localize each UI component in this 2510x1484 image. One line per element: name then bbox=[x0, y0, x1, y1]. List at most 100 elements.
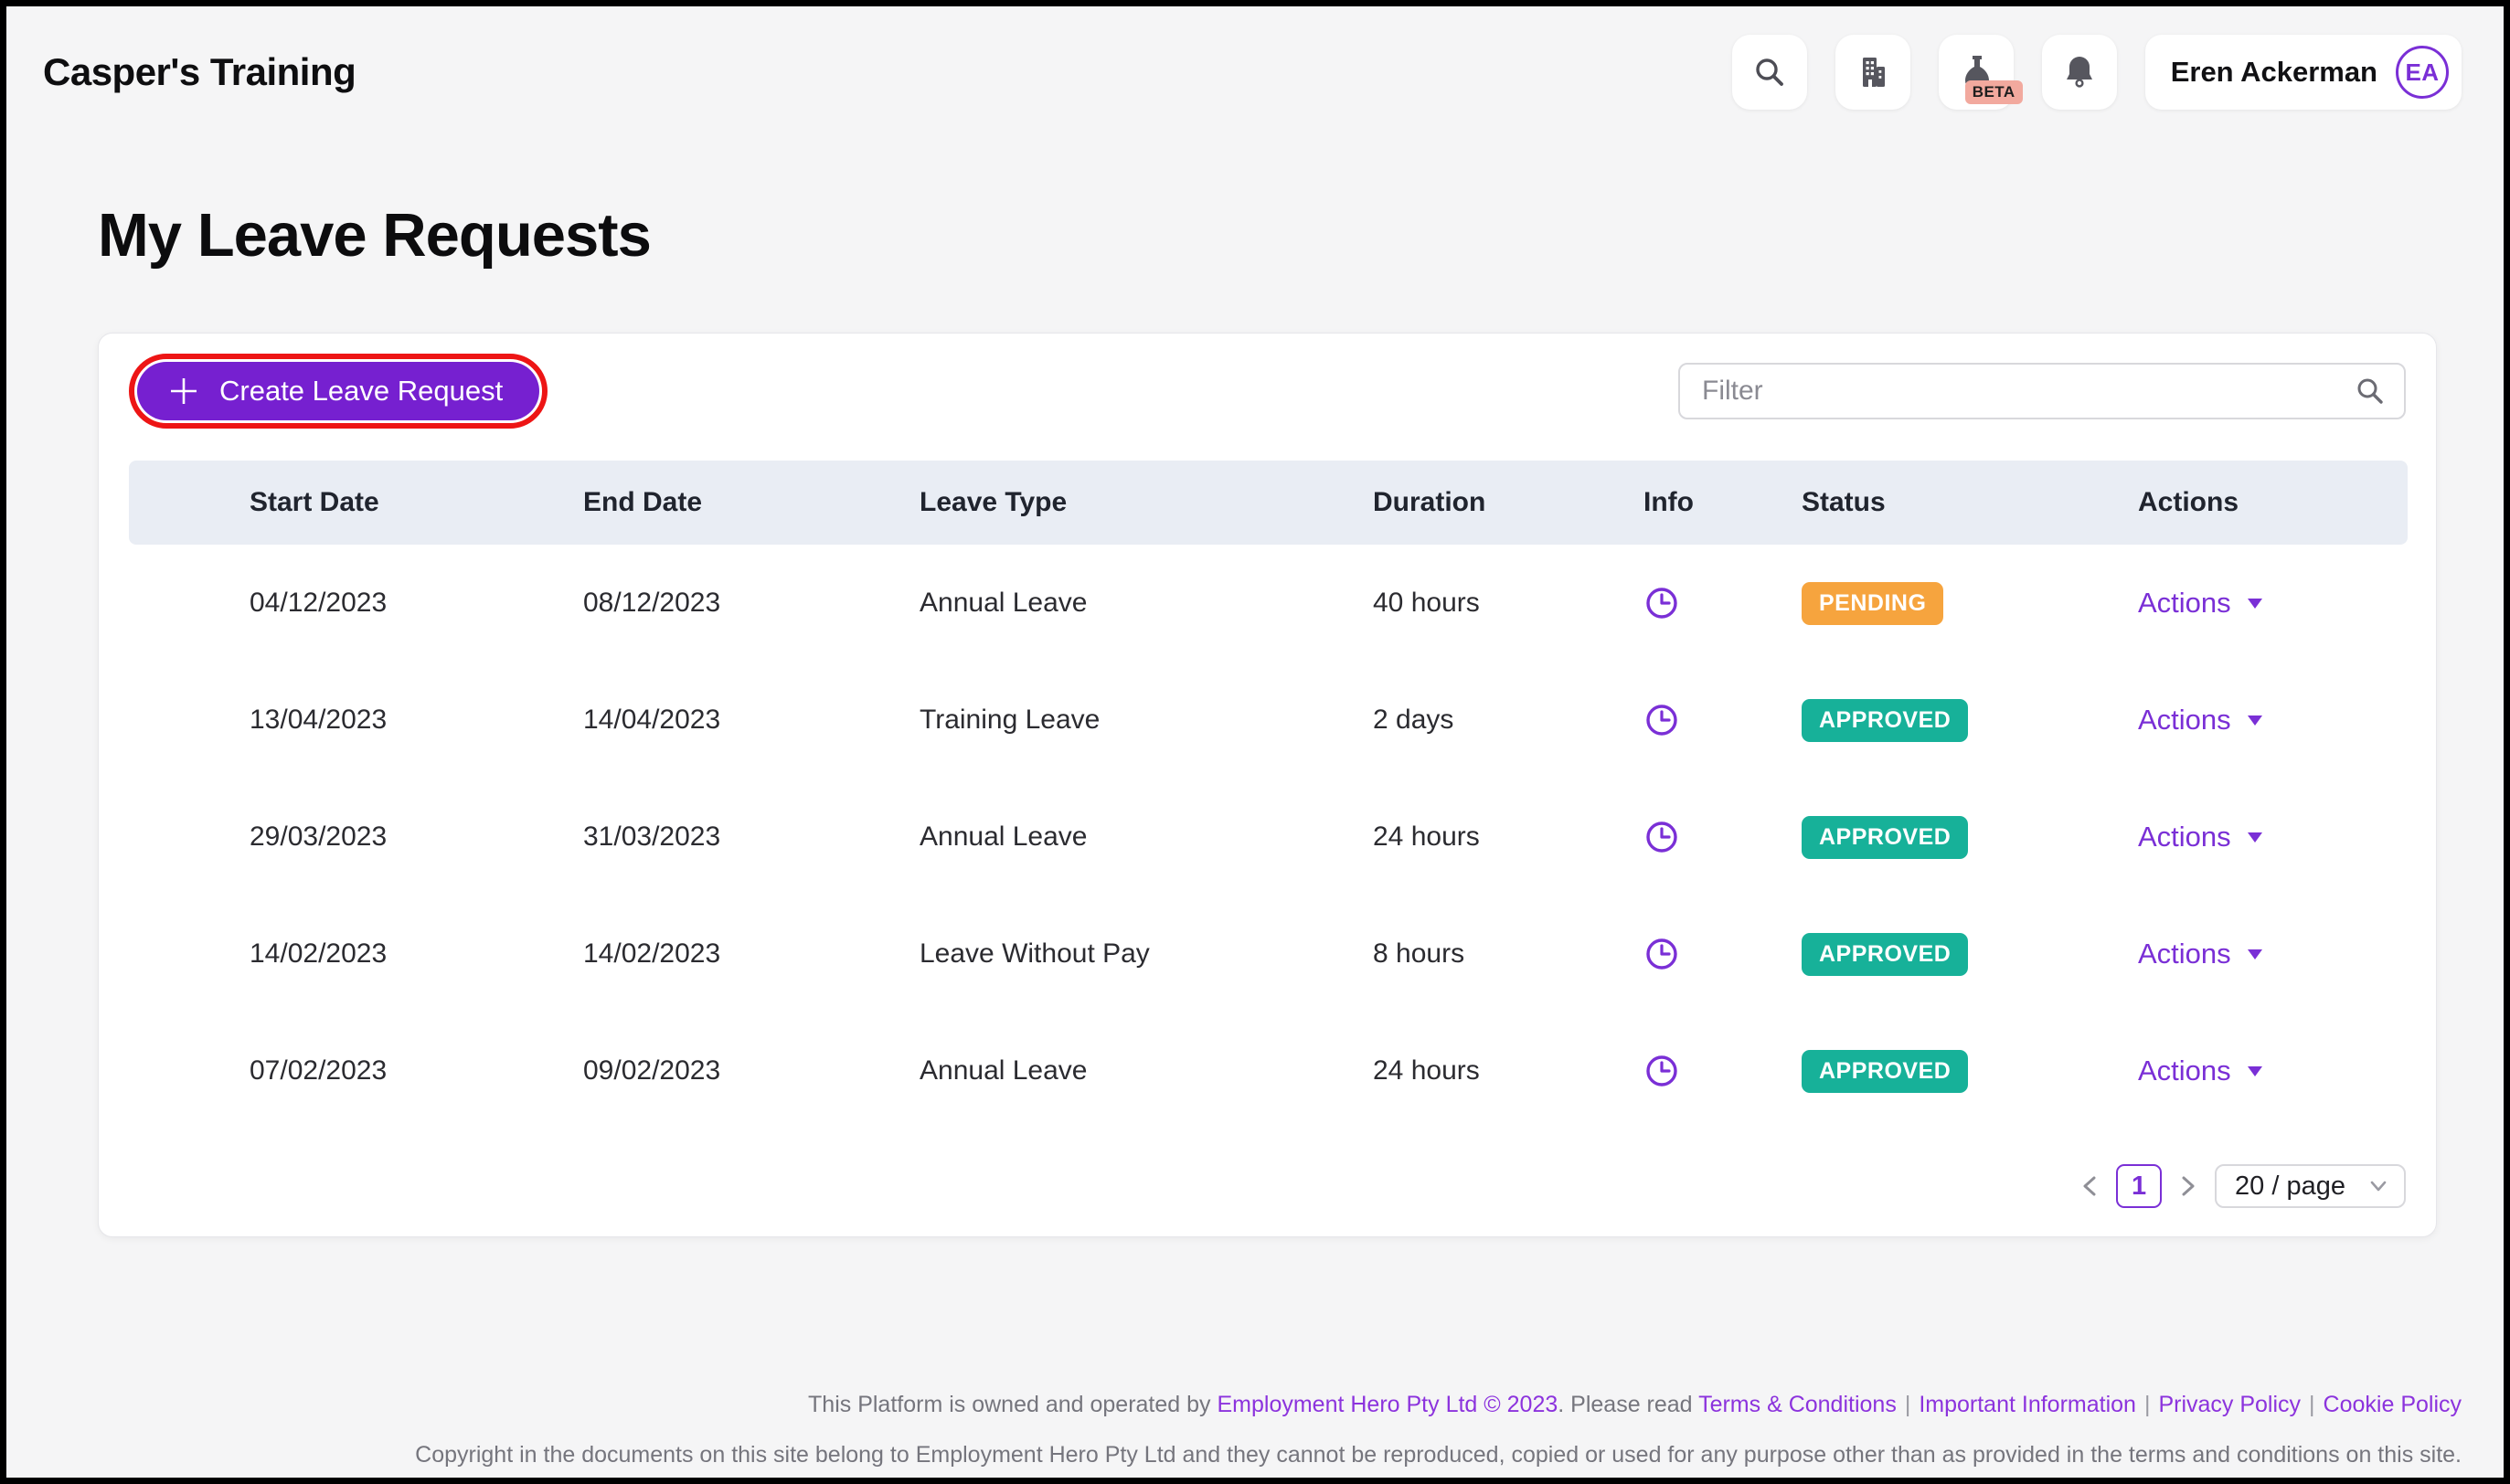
chevron-down-icon bbox=[2246, 1064, 2264, 1078]
footer-separator: | bbox=[2143, 1392, 2151, 1417]
search-icon bbox=[1752, 55, 1787, 90]
info-clock-icon[interactable] bbox=[1643, 936, 1802, 972]
cell-duration: 2 days bbox=[1373, 705, 1454, 735]
actions-dropdown[interactable]: Actions bbox=[2138, 704, 2408, 737]
cell-start-date: 07/02/2023 bbox=[250, 1055, 388, 1086]
info-clock-icon[interactable] bbox=[1643, 1053, 1802, 1089]
col-end-date: End Date bbox=[583, 487, 703, 517]
actions-dropdown[interactable]: Actions bbox=[2138, 938, 2408, 970]
col-leave-type: Leave Type bbox=[920, 487, 1068, 517]
cell-duration: 40 hours bbox=[1373, 588, 1480, 618]
table-row: 29/03/2023 31/03/2023 Annual Leave 24 ho… bbox=[129, 779, 2408, 896]
footer-text: . Please read bbox=[1558, 1392, 1699, 1417]
cell-start-date: 14/02/2023 bbox=[250, 938, 388, 969]
status-badge: PENDING bbox=[1802, 581, 1944, 625]
footer-text: This Platform is owned and operated by bbox=[808, 1392, 1218, 1417]
footer-line-1: This Platform is owned and operated by E… bbox=[415, 1392, 2462, 1418]
search-button[interactable] bbox=[1731, 35, 1807, 110]
chevron-down-icon bbox=[2246, 596, 2264, 610]
table-body: 04/12/2023 08/12/2023 Annual Leave 40 ho… bbox=[129, 545, 2408, 1129]
create-leave-request-button[interactable]: Create Leave Request bbox=[137, 362, 540, 420]
chevron-down-icon bbox=[2246, 947, 2264, 961]
plus-icon bbox=[168, 376, 199, 407]
organisation-button[interactable] bbox=[1835, 35, 1910, 110]
page-size-select[interactable]: 20 / page bbox=[2215, 1164, 2406, 1208]
chevron-down-icon bbox=[2246, 830, 2264, 844]
create-leave-request-label: Create Leave Request bbox=[219, 375, 504, 407]
cell-start-date: 29/03/2023 bbox=[250, 822, 388, 852]
avatar: EA bbox=[2396, 46, 2449, 99]
user-menu[interactable]: Eren Ackerman EA bbox=[2144, 35, 2462, 110]
status-badge: APPROVED bbox=[1802, 1049, 1969, 1093]
filter-search-icon[interactable] bbox=[2355, 376, 2386, 407]
actions-label: Actions bbox=[2138, 704, 2231, 736]
cell-duration: 24 hours bbox=[1373, 1055, 1480, 1086]
topbar-actions: BETA Eren Ackerman EA bbox=[1731, 35, 2462, 110]
cell-start-date: 04/12/2023 bbox=[250, 588, 388, 618]
app-window: Casper's Training BETA Eren Ackerman EA … bbox=[0, 0, 2510, 1484]
actions-label: Actions bbox=[2138, 587, 2231, 619]
status-badge: APPROVED bbox=[1802, 815, 1969, 859]
user-name: Eren Ackerman bbox=[2170, 56, 2377, 88]
app-title: Casper's Training bbox=[43, 50, 356, 93]
prev-page-button[interactable] bbox=[2079, 1172, 2100, 1200]
chevron-down-icon bbox=[2246, 713, 2264, 727]
building-icon bbox=[1855, 54, 1891, 90]
actions-dropdown[interactable]: Actions bbox=[2138, 587, 2408, 620]
page-number-button[interactable]: 1 bbox=[2116, 1164, 2163, 1208]
actions-label: Actions bbox=[2138, 821, 2231, 853]
info-clock-icon[interactable] bbox=[1643, 585, 1802, 621]
filter-field bbox=[1678, 363, 2406, 419]
cell-leave-type: Annual Leave bbox=[920, 822, 1088, 852]
create-leave-request-highlight: Create Leave Request bbox=[129, 354, 548, 429]
cell-duration: 8 hours bbox=[1373, 938, 1465, 969]
leave-requests-card: Create Leave Request Start Date End Date… bbox=[98, 333, 2437, 1237]
card-toolbar: Create Leave Request bbox=[129, 354, 2406, 429]
footer-link-terms[interactable]: Terms & Conditions bbox=[1698, 1392, 1897, 1417]
beta-features-button[interactable]: BETA bbox=[1938, 35, 2023, 110]
footer-link-privacy-policy[interactable]: Privacy Policy bbox=[2158, 1392, 2301, 1417]
footer-separator: | bbox=[1904, 1392, 1911, 1417]
cell-leave-type: Leave Without Pay bbox=[920, 938, 1150, 969]
footer-separator: | bbox=[2309, 1392, 2315, 1417]
cell-leave-type: Annual Leave bbox=[920, 1055, 1088, 1086]
notifications-button[interactable] bbox=[2041, 35, 2117, 110]
info-clock-icon[interactable] bbox=[1643, 819, 1802, 855]
cell-start-date: 13/04/2023 bbox=[250, 705, 388, 735]
chevron-down-icon bbox=[2369, 1180, 2388, 1192]
footer-company-link[interactable]: Employment Hero Pty Ltd © 2023 bbox=[1217, 1392, 1558, 1417]
actions-label: Actions bbox=[2138, 938, 2231, 970]
actions-dropdown[interactable]: Actions bbox=[2138, 1055, 2408, 1087]
col-start-date: Start Date bbox=[250, 487, 379, 517]
cell-end-date: 09/02/2023 bbox=[583, 1055, 721, 1086]
footer-link-cookie-policy[interactable]: Cookie Policy bbox=[2324, 1392, 2462, 1417]
cell-duration: 24 hours bbox=[1373, 822, 1480, 852]
bell-icon bbox=[2062, 53, 2097, 91]
footer: This Platform is owned and operated by E… bbox=[415, 1392, 2462, 1468]
actions-label: Actions bbox=[2138, 1055, 2231, 1086]
col-status: Status bbox=[1802, 487, 1886, 517]
table-header: Start Date End Date Leave Type Duration … bbox=[129, 461, 2408, 545]
col-duration: Duration bbox=[1373, 487, 1486, 517]
next-page-button[interactable] bbox=[2178, 1172, 2198, 1200]
col-info: Info bbox=[1643, 487, 1694, 517]
table-row: 07/02/2023 09/02/2023 Annual Leave 24 ho… bbox=[129, 1012, 2408, 1129]
info-clock-icon[interactable] bbox=[1643, 702, 1802, 738]
table-row: 04/12/2023 08/12/2023 Annual Leave 40 ho… bbox=[129, 545, 2408, 662]
topbar: Casper's Training BETA Eren Ackerman EA bbox=[43, 34, 2462, 111]
footer-link-important-information[interactable]: Important Information bbox=[1919, 1392, 2136, 1417]
beta-badge: BETA bbox=[1964, 80, 2023, 104]
table-row: 13/04/2023 14/04/2023 Training Leave 2 d… bbox=[129, 662, 2408, 779]
cell-leave-type: Annual Leave bbox=[920, 588, 1088, 618]
cell-end-date: 31/03/2023 bbox=[583, 822, 721, 852]
status-badge: APPROVED bbox=[1802, 698, 1969, 742]
actions-dropdown[interactable]: Actions bbox=[2138, 821, 2408, 853]
page-size-value: 20 / page bbox=[2235, 1171, 2345, 1201]
filter-input[interactable] bbox=[1702, 376, 2355, 407]
cell-end-date: 14/04/2023 bbox=[583, 705, 721, 735]
col-actions: Actions bbox=[2138, 487, 2239, 517]
cell-end-date: 08/12/2023 bbox=[583, 588, 721, 618]
page-title: My Leave Requests bbox=[98, 201, 652, 270]
cell-leave-type: Training Leave bbox=[920, 705, 1101, 735]
table-row: 14/02/2023 14/02/2023 Leave Without Pay … bbox=[129, 896, 2408, 1012]
